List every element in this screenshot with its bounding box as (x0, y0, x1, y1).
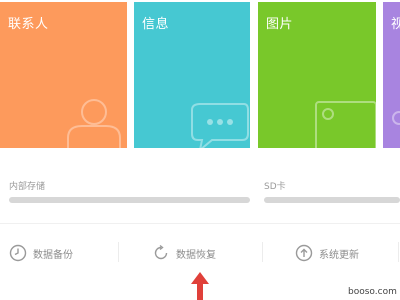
tile-videos-label: 视 (391, 17, 400, 32)
clock-icon (9, 244, 27, 262)
refresh-icon (154, 244, 168, 260)
tile-photos[interactable]: 图片 (258, 2, 376, 148)
tile-photos-label: 图片 (266, 17, 294, 32)
sd-card-fill (264, 197, 400, 203)
internal-storage-bar (9, 197, 250, 203)
restore-label: 数据恢复 (176, 249, 216, 261)
person-icon (67, 99, 121, 148)
sd-card-label: SD卡 (264, 182, 286, 192)
tile-videos[interactable]: 视 (383, 2, 400, 148)
action-separator (398, 242, 399, 262)
backup-button[interactable]: 数据备份 (9, 240, 73, 266)
system-update-label: 系统更新 (319, 249, 359, 261)
internal-storage-label: 内部存储 (9, 182, 46, 192)
sd-card-bar (264, 197, 400, 203)
restore-button[interactable]: 数据恢复 (152, 240, 216, 266)
section-divider (0, 223, 400, 224)
action-separator (262, 242, 263, 262)
tile-messages-label: 信息 (142, 17, 170, 32)
tile-contacts[interactable]: 联系人 (0, 2, 127, 148)
system-update-button[interactable]: 系统更新 (295, 240, 359, 266)
watermark: booso.com (348, 287, 397, 297)
image-icon (315, 101, 376, 148)
upload-arrow-icon (295, 244, 313, 262)
video-icon (392, 111, 400, 125)
chat-bubble-icon (191, 103, 249, 148)
red-arrow-up-icon (191, 272, 209, 300)
internal-storage-fill (9, 197, 250, 203)
backup-label: 数据备份 (33, 249, 73, 261)
tile-contacts-label: 联系人 (8, 17, 49, 32)
tile-messages[interactable]: 信息 (134, 2, 250, 148)
action-separator (118, 242, 119, 262)
